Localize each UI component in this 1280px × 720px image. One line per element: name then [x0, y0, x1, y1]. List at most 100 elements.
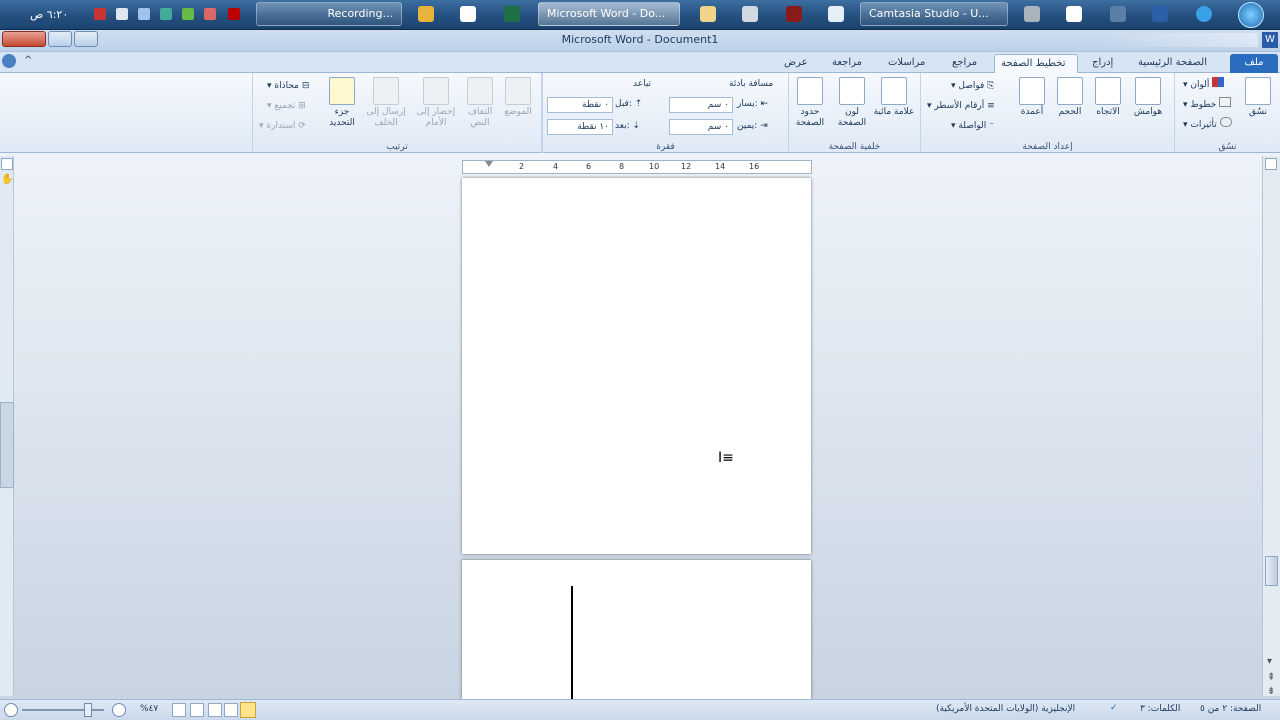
- arrange-group-label: ترتيب: [386, 142, 408, 152]
- internet-explorer-icon[interactable]: [1196, 6, 1212, 22]
- print-layout-icon[interactable]: [240, 702, 256, 718]
- breaks-button[interactable]: ▾ فواصل ⎘: [951, 79, 994, 93]
- bring-forward-button[interactable]: إحضار إلى الأمام: [415, 77, 457, 129]
- fonts-icon: [1219, 97, 1232, 107]
- vertical-ruler[interactable]: ✋: [0, 156, 14, 696]
- hand-icon[interactable]: ✋: [1, 174, 13, 186]
- columns-button[interactable]: أعمدة: [1011, 77, 1053, 118]
- ruler-tick: 10: [649, 162, 660, 171]
- tab-home[interactable]: الصفحة الرئيسية: [1132, 54, 1213, 73]
- rotate-button[interactable]: ▾ استدارة ⟳: [259, 119, 306, 133]
- tab-references[interactable]: مراجع: [946, 54, 983, 73]
- orientation-button[interactable]: الاتجاه: [1087, 77, 1129, 118]
- taskbar-clock[interactable]: ٦:٢٠ ص: [30, 8, 68, 21]
- send-backward-button[interactable]: إرسال إلى الخلف: [365, 77, 407, 129]
- tab-insert[interactable]: إدراج: [1086, 54, 1119, 73]
- help-icon[interactable]: [2, 54, 16, 68]
- theme-effects-button[interactable]: ▾ تأثيرات: [1183, 117, 1232, 131]
- tab-file[interactable]: ملف: [1230, 54, 1278, 73]
- taskbar: ٦:٢٠ ص Recording... Microsoft Word - Do.…: [0, 0, 1280, 30]
- selection-pane-button[interactable]: جزء التحديد: [321, 77, 363, 129]
- word-count[interactable]: الكلمات: ٣: [1140, 704, 1180, 714]
- tray-shield-icon[interactable]: [204, 8, 216, 20]
- next-page-icon[interactable]: ⇟: [1267, 686, 1275, 697]
- zoom-out-icon[interactable]: [112, 703, 126, 717]
- folder-icon[interactable]: [700, 6, 716, 22]
- page-background-group: علامة مائية لون الصفحة حدود الصفحة خلفية…: [788, 73, 920, 153]
- language-status[interactable]: الإنجليزية (الولايات المتحدة الأمريكية): [936, 704, 1075, 714]
- proofing-icon[interactable]: ✓: [1110, 703, 1124, 717]
- page-number[interactable]: الصفحة: ٢ من ٥: [1200, 704, 1261, 714]
- theme-colors-button[interactable]: ▾ ألوان: [1183, 77, 1225, 91]
- draft-view-icon[interactable]: [172, 703, 186, 717]
- settings-app-icon[interactable]: [1110, 6, 1126, 22]
- gear-app-icon[interactable]: [1024, 6, 1040, 22]
- theme-fonts-button[interactable]: ▾ خطوط: [1183, 97, 1232, 111]
- taskbar-recording-button[interactable]: Recording...: [256, 2, 402, 26]
- calculator-icon[interactable]: [460, 6, 476, 22]
- network-error-icon[interactable]: [94, 8, 106, 20]
- full-screen-reading-icon[interactable]: [224, 703, 238, 717]
- document-icon[interactable]: [828, 6, 844, 22]
- hyphenation-button[interactable]: ▾ الواصلة ⁻: [951, 119, 994, 133]
- taskbar-camtasia-button[interactable]: Camtasia Studio - U...: [860, 2, 1008, 26]
- web-layout-icon[interactable]: [208, 703, 222, 717]
- shield-app-icon[interactable]: [1066, 6, 1082, 22]
- view-ruler-icon[interactable]: [1265, 158, 1277, 170]
- zoom-in-icon[interactable]: [4, 703, 18, 717]
- watermark-button[interactable]: علامة مائية: [873, 77, 915, 118]
- themes-button[interactable]: نسُق: [1237, 77, 1279, 118]
- ruler-tick: 8: [619, 162, 625, 171]
- margins-icon: [1135, 77, 1161, 105]
- vertical-scrollbar[interactable]: ▾ ⇞ ⇟: [1262, 156, 1280, 697]
- tray-app-icon[interactable]: [160, 8, 172, 20]
- word-app-icon[interactable]: W: [1262, 32, 1278, 48]
- tab-view[interactable]: عرض: [778, 54, 814, 73]
- paragraph-group-label: فقرة: [656, 142, 675, 152]
- start-button-icon[interactable]: [1238, 2, 1264, 28]
- excel-icon[interactable]: [504, 6, 520, 22]
- quick-access-toolbar[interactable]: [1098, 33, 1258, 47]
- chrome-icon[interactable]: [418, 6, 434, 22]
- horizontal-ruler[interactable]: 2 4 6 8 10 12 14 16: [462, 160, 812, 174]
- vertical-scroll-thumb-left[interactable]: [0, 402, 14, 488]
- taskbar-word-button[interactable]: Microsoft Word - Do...: [538, 2, 680, 26]
- tab-selector-icon[interactable]: [1, 158, 13, 170]
- wifi-icon[interactable]: [138, 8, 150, 20]
- volume-icon[interactable]: [116, 8, 128, 20]
- minimize-ribbon-icon[interactable]: ^: [24, 55, 36, 67]
- indent-left-input[interactable]: ٠ سم: [669, 97, 733, 113]
- page-color-button[interactable]: لون الصفحة: [831, 77, 873, 129]
- previous-page-icon[interactable]: ⇞: [1267, 672, 1275, 683]
- indent-marker-icon[interactable]: [485, 161, 493, 167]
- scroll-thumb[interactable]: [1265, 556, 1278, 586]
- zoom-slider-thumb[interactable]: [84, 703, 92, 717]
- scroll-down-icon[interactable]: ▾: [1267, 656, 1272, 667]
- page-borders-button[interactable]: حدود الصفحة: [789, 77, 831, 129]
- tool-icon[interactable]: [742, 6, 758, 22]
- line-numbers-button[interactable]: ▾ أرقام الأسطر ≡: [927, 99, 995, 113]
- zoom-level[interactable]: %٤٧: [140, 704, 158, 714]
- ribbon: نسُق ▾ ألوان ▾ خطوط ▾ تأثيرات نسُق هوامش…: [0, 73, 1280, 153]
- outline-view-icon[interactable]: [190, 703, 204, 717]
- tray-arrow-icon[interactable]: [182, 8, 194, 20]
- size-button[interactable]: الحجم: [1049, 77, 1091, 118]
- photoshop-icon[interactable]: [1152, 6, 1168, 22]
- acrobat-icon[interactable]: [228, 8, 240, 20]
- watermark-icon: [881, 77, 907, 105]
- align-button[interactable]: ▾ محاذاة ⊟: [267, 79, 309, 93]
- wrap-text-button[interactable]: التفاف النص: [459, 77, 501, 129]
- tab-mailings[interactable]: مراسلات: [882, 54, 931, 73]
- tab-page-layout[interactable]: تخطيط الصفحة: [994, 54, 1078, 73]
- tab-review[interactable]: مراجعة: [826, 54, 868, 73]
- spacing-before-input[interactable]: ٠ نقطة: [547, 97, 613, 113]
- app-red-icon[interactable]: [786, 6, 802, 22]
- status-bar: %٤٧ الإنجليزية (الولايات المتحدة الأمريك…: [0, 699, 1280, 720]
- page-2[interactable]: [462, 560, 811, 699]
- position-button[interactable]: الموضع: [497, 77, 539, 118]
- group-button[interactable]: ▾ تجميع ⊞: [267, 99, 306, 113]
- spacing-after-input[interactable]: ١٠ نقطة: [547, 119, 613, 135]
- margins-button[interactable]: هوامش: [1127, 77, 1169, 118]
- page-1[interactable]: I≡: [462, 178, 811, 554]
- indent-right-input[interactable]: ٠ سم: [669, 119, 733, 135]
